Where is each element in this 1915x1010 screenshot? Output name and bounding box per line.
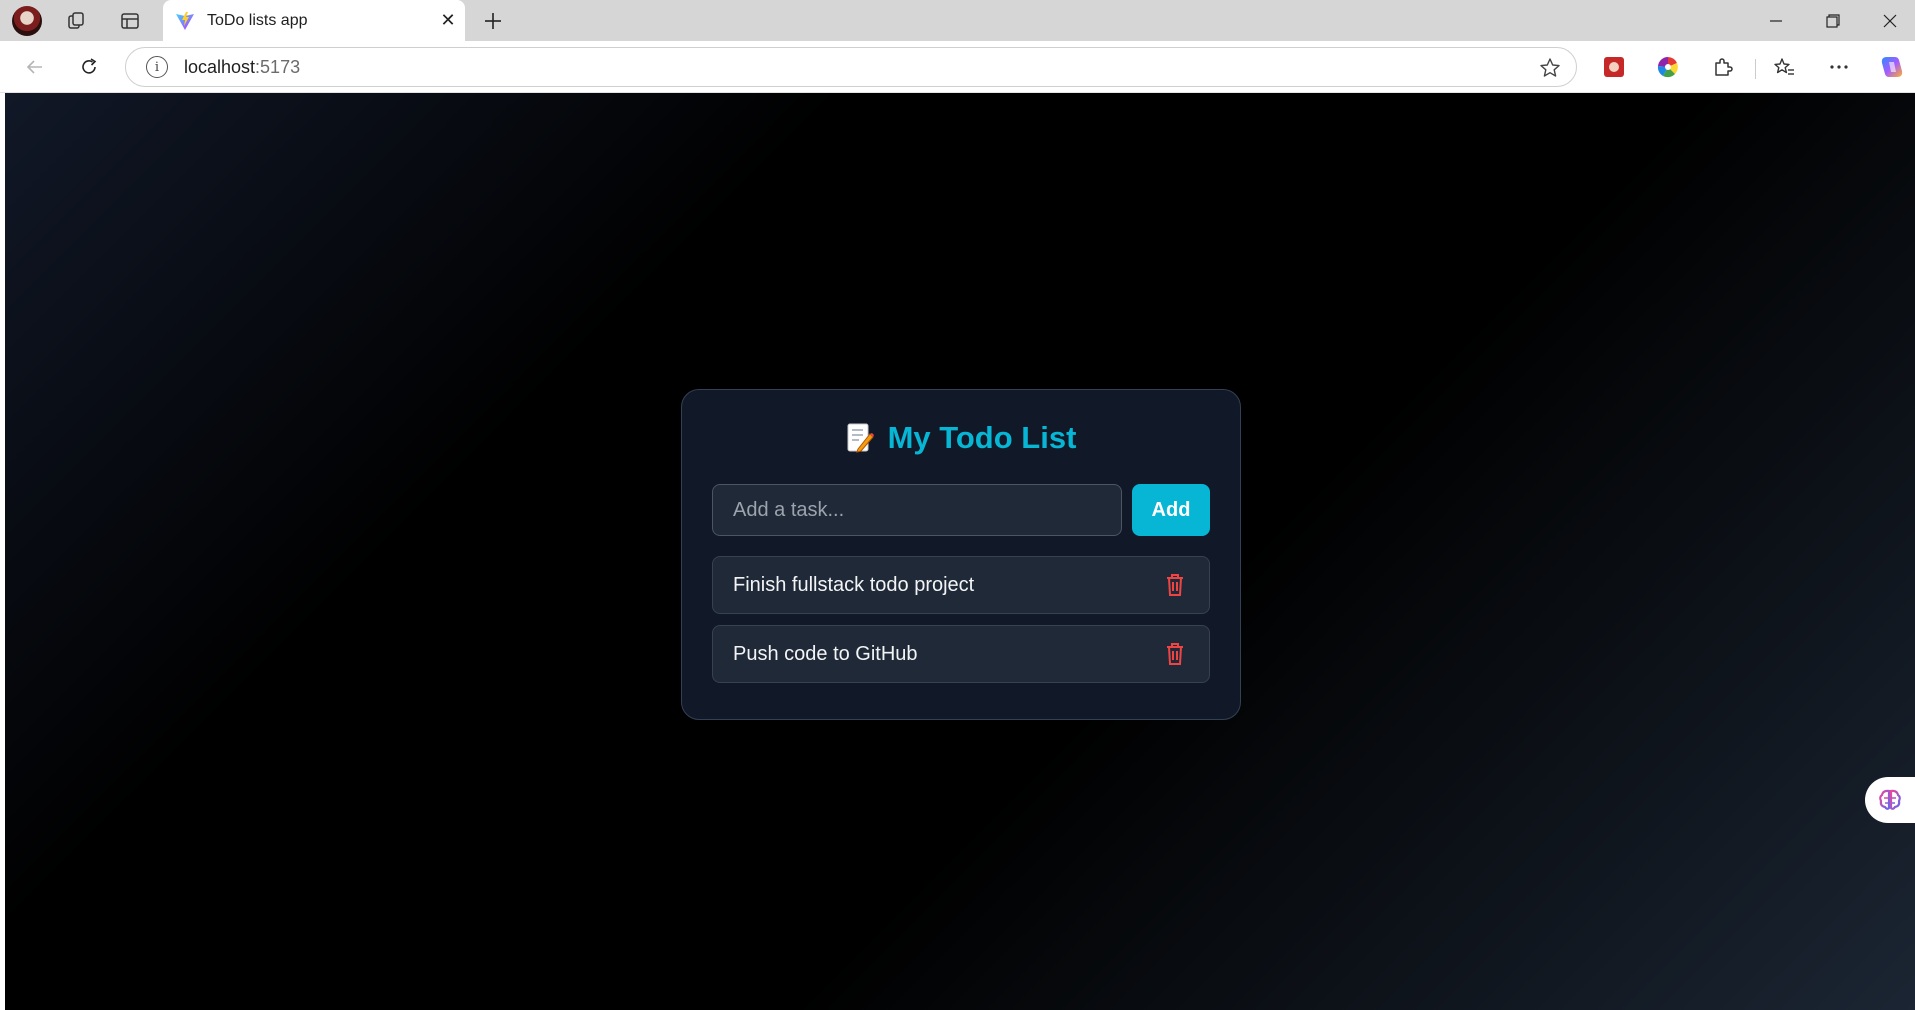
extensions-puzzle-icon[interactable] xyxy=(1709,53,1737,81)
todo-text: Finish fullstack todo project xyxy=(733,573,975,596)
assistant-side-button[interactable] xyxy=(1865,777,1915,823)
copilot-icon[interactable] xyxy=(1878,53,1906,81)
tab-title: ToDo lists app xyxy=(207,11,308,29)
toolbar-divider xyxy=(1755,59,1756,79)
profile-avatar[interactable] xyxy=(12,6,42,36)
extension-red-icon[interactable] xyxy=(1600,53,1628,81)
todo-card: My Todo List Add Finish fullstack todo p… xyxy=(681,389,1241,720)
todo-list: Finish fullstack todo project Push code … xyxy=(712,556,1210,683)
favorites-icon[interactable] xyxy=(1770,53,1798,81)
todo-text: Push code to GitHub xyxy=(733,642,918,665)
title-text: My Todo List xyxy=(887,420,1077,455)
color-wheel-extension-icon[interactable] xyxy=(1654,53,1682,81)
trash-icon[interactable] xyxy=(1161,571,1189,599)
url-host: localhost xyxy=(184,56,256,77)
brain-icon xyxy=(1879,789,1901,810)
refresh-icon[interactable] xyxy=(73,51,105,83)
url-port: :5173 xyxy=(255,56,301,77)
more-options-icon[interactable] xyxy=(1825,53,1853,81)
new-tab-icon[interactable] xyxy=(478,6,508,36)
minimize-icon[interactable] xyxy=(1748,0,1804,41)
add-task-row: Add xyxy=(712,484,1210,536)
trash-icon[interactable] xyxy=(1161,640,1189,668)
memo-icon xyxy=(847,423,874,453)
list-item[interactable]: Finish fullstack todo project xyxy=(712,556,1210,614)
page-viewport: My Todo List Add Finish fullstack todo p… xyxy=(5,93,1915,1010)
favorite-star-icon[interactable] xyxy=(1538,56,1562,80)
browser-toolbar: i localhost:5173 xyxy=(0,41,1915,93)
vite-favicon-icon xyxy=(176,11,194,30)
tab-strip: ToDo lists app ✕ xyxy=(0,0,1915,41)
close-window-icon[interactable] xyxy=(1862,0,1915,41)
list-item[interactable]: Push code to GitHub xyxy=(712,625,1210,683)
vertical-tabs-icon[interactable] xyxy=(117,8,143,34)
site-info-icon[interactable]: i xyxy=(146,56,168,78)
back-icon[interactable] xyxy=(19,51,51,83)
add-button[interactable]: Add xyxy=(1132,484,1210,536)
restore-icon[interactable] xyxy=(1805,0,1861,41)
address-bar[interactable]: i localhost:5173 xyxy=(125,47,1577,87)
tab-close-icon[interactable]: ✕ xyxy=(431,4,465,38)
page-title: My Todo List xyxy=(712,418,1210,458)
workspaces-icon[interactable] xyxy=(64,8,90,34)
tab-todo-app[interactable]: ToDo lists app ✕ xyxy=(163,0,465,41)
task-input[interactable] xyxy=(712,484,1122,536)
